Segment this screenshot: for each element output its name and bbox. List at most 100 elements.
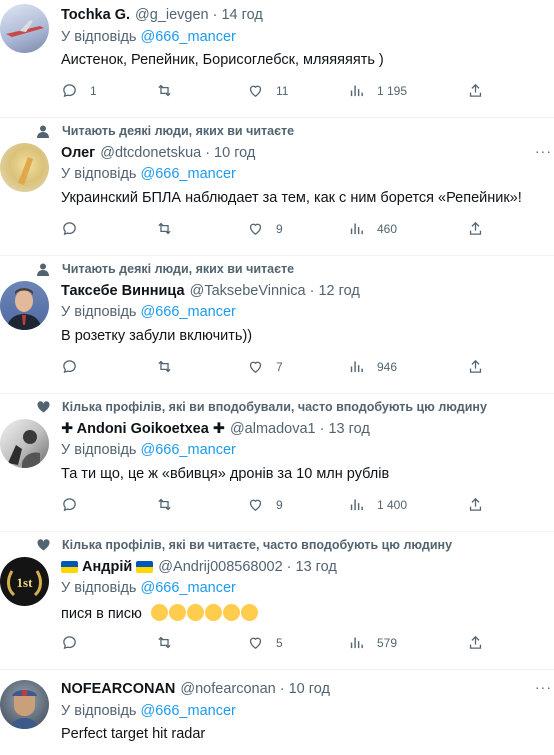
- author-name[interactable]: NOFEARCONAN: [61, 681, 175, 697]
- share-button[interactable]: [467, 496, 484, 513]
- reply-mention-link[interactable]: @666_mancer: [141, 166, 236, 182]
- tweet[interactable]: NOFEARCONAN @nofearconan · 10 год ··· У …: [0, 670, 554, 755]
- author-name[interactable]: Олег: [61, 145, 95, 161]
- timestamp[interactable]: 14 год: [221, 7, 262, 23]
- author-name[interactable]: Таксебе Винница: [61, 283, 185, 299]
- reply-button[interactable]: [61, 496, 90, 513]
- reply-context: У відповідь @666_mancer: [61, 442, 236, 458]
- views-icon: [350, 223, 363, 235]
- reply-icon: [63, 360, 76, 374]
- avatar[interactable]: [0, 4, 49, 53]
- action-bar: 7 946: [61, 358, 501, 378]
- views-button[interactable]: 460: [348, 220, 397, 237]
- social-context-text: Читають деякі люди, яких ви читаєте: [62, 262, 295, 276]
- reply-prefix: У відповідь: [61, 442, 137, 458]
- tweet-text: Та ти що, це ж «вбивця» дронів за 10 млн…: [61, 466, 390, 482]
- views-button[interactable]: 1 195: [348, 82, 407, 99]
- svg-text:1st: 1st: [17, 575, 34, 590]
- timestamp[interactable]: 10 год: [214, 145, 255, 161]
- share-button[interactable]: [467, 220, 484, 237]
- heart-icon: [249, 637, 262, 649]
- retweet-button[interactable]: [156, 496, 185, 513]
- author-handle[interactable]: @TaksebeVinnica: [190, 283, 306, 299]
- views-button[interactable]: 1 400: [348, 496, 407, 513]
- tweet-header: Таксебе Винница @TaksebeVinnica · 12 год: [61, 283, 360, 299]
- person-icon: [36, 124, 50, 138]
- reply-context: У відповідь @666_mancer: [61, 580, 236, 596]
- retweet-button[interactable]: [156, 358, 185, 375]
- retweet-button[interactable]: [156, 220, 185, 237]
- view-count: 1 400: [377, 497, 408, 512]
- author-handle[interactable]: @nofearconan: [180, 681, 275, 697]
- reply-mention-link[interactable]: @666_mancer: [141, 703, 236, 719]
- tweet-header: Tochka G. @g_ievgen · 14 год: [61, 7, 263, 23]
- avatar[interactable]: [0, 281, 49, 330]
- like-button[interactable]: 5: [247, 634, 283, 651]
- timestamp[interactable]: 13 год: [328, 421, 369, 437]
- reply-mention-link[interactable]: @666_mancer: [141, 304, 236, 320]
- tweet[interactable]: Читають деякі люди, яких ви читаєте Олег…: [0, 118, 554, 256]
- separator-dot: ·: [205, 145, 211, 161]
- reply-mention-link[interactable]: @666_mancer: [141, 29, 236, 45]
- share-button[interactable]: [467, 634, 484, 651]
- social-context: Кілька профілів, які ви вподобували, час…: [36, 400, 487, 414]
- social-context: Читають деякі люди, яких ви читаєте: [36, 124, 294, 138]
- tweet-text: Perfect target hit radar: [61, 726, 206, 742]
- avatar[interactable]: [0, 143, 49, 192]
- reply-button[interactable]: [61, 358, 90, 375]
- like-button[interactable]: 9: [247, 220, 283, 237]
- tweet-text-container: пися в писю: [61, 604, 258, 622]
- tweet[interactable]: Кілька профілів, які ви читаєте, часто в…: [0, 532, 554, 670]
- tweet-text: Аистенок, Репейник, Борисоглебск, мляяяя…: [61, 52, 384, 68]
- more-options-icon[interactable]: ···: [535, 143, 552, 159]
- timestamp[interactable]: 12 год: [318, 283, 359, 299]
- like-button[interactable]: 7: [247, 358, 283, 375]
- avatar[interactable]: 1st: [0, 557, 49, 606]
- like-count: 9: [276, 221, 283, 236]
- author-handle[interactable]: @dtcdonetskua: [100, 145, 201, 161]
- author-name[interactable]: Tochka G.: [61, 7, 130, 23]
- reply-button[interactable]: [61, 220, 90, 237]
- retweet-button[interactable]: [156, 82, 185, 99]
- tweet[interactable]: Кілька профілів, які ви вподобували, час…: [0, 394, 554, 532]
- tweet[interactable]: Читають деякі люди, яких ви читаєте Такс…: [0, 256, 554, 394]
- reply-icon: [63, 636, 76, 650]
- avatar[interactable]: [0, 419, 49, 468]
- heart-filled-icon: [36, 538, 50, 552]
- reply-mention-link[interactable]: @666_mancer: [141, 580, 236, 596]
- tweet[interactable]: Tochka G. @g_ievgen · 14 год У відповідь…: [0, 0, 554, 118]
- share-icon: [469, 221, 482, 235]
- heart-icon: [249, 499, 262, 511]
- reply-mention-link[interactable]: @666_mancer: [141, 442, 236, 458]
- action-bar: 5 579: [61, 634, 501, 654]
- retweet-icon: [158, 498, 171, 511]
- author-handle[interactable]: @Andrij008568002: [158, 559, 282, 575]
- tweet-text: Украинский БПЛА наблюдает за тем, как с …: [61, 190, 522, 206]
- airplane-image: [6, 20, 44, 37]
- view-count: 579: [377, 635, 398, 650]
- social-context: Читають деякі люди, яких ви читаєте: [36, 262, 294, 276]
- more-options-icon[interactable]: ···: [535, 679, 552, 695]
- reply-prefix: У відповідь: [61, 703, 137, 719]
- like-button[interactable]: 9: [247, 496, 283, 513]
- retweet-icon: [158, 84, 171, 97]
- views-button[interactable]: 579: [348, 634, 397, 651]
- reply-button[interactable]: [61, 634, 90, 651]
- author-name[interactable]: ✚ Andoni Goikoetxea ✚: [61, 421, 225, 437]
- author-handle[interactable]: @g_ievgen: [135, 7, 209, 23]
- like-button[interactable]: 11: [247, 82, 288, 99]
- author-name[interactable]: Андрій: [82, 559, 132, 575]
- share-button[interactable]: [467, 82, 484, 99]
- social-context-text: Читають деякі люди, яких ви читаєте: [62, 124, 295, 138]
- timestamp[interactable]: 13 год: [296, 559, 337, 575]
- reply-button[interactable]: 1: [61, 82, 97, 99]
- avatar-image: [18, 157, 33, 185]
- views-button[interactable]: 946: [348, 358, 397, 375]
- timestamp[interactable]: 10 год: [289, 681, 330, 697]
- separator-dot: ·: [309, 283, 315, 299]
- author-handle[interactable]: @almadova1: [230, 421, 316, 437]
- reply-count: 1: [90, 83, 97, 98]
- avatar[interactable]: [0, 680, 49, 729]
- retweet-button[interactable]: [156, 634, 185, 651]
- share-button[interactable]: [467, 358, 484, 375]
